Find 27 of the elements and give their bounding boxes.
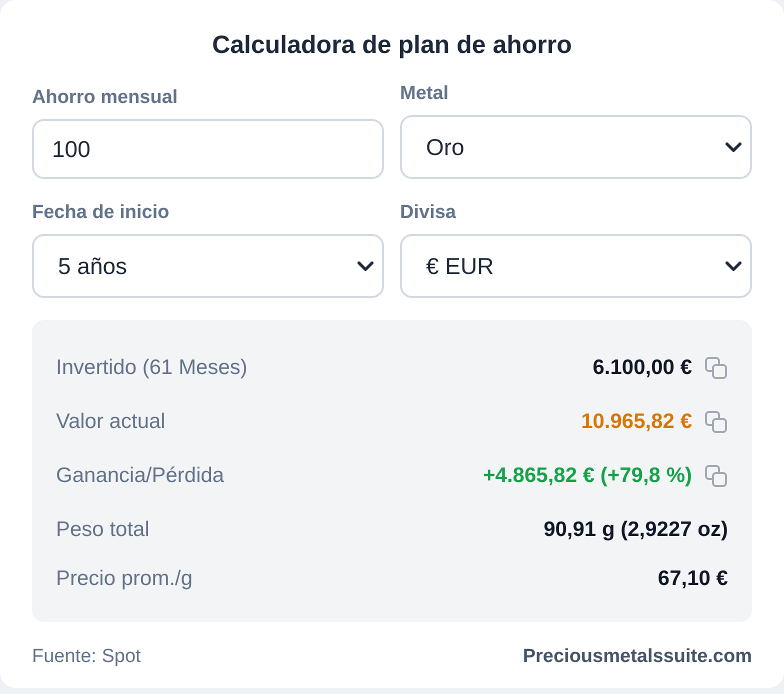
dropdown-select[interactable]: € EUR xyxy=(400,234,752,298)
result-value: +4.865,82 € (+79,8 %) xyxy=(483,463,692,490)
source-label: Fuente: Spot xyxy=(32,645,141,669)
calculator-title: Calculadora de plan de ahorro xyxy=(211,30,573,61)
chevron-down-icon xyxy=(357,260,374,272)
chevron-down-icon xyxy=(725,260,742,272)
dropdown-select[interactable]: 5 años xyxy=(32,234,384,298)
result-value: 6.100,00 € xyxy=(592,355,692,382)
result-value: 67,10 € xyxy=(658,566,728,592)
result-value: 10.965,82 € xyxy=(581,409,692,436)
copy-icon[interactable] xyxy=(704,464,728,488)
field-label: Metal xyxy=(400,82,450,106)
field-label: Ahorro mensual xyxy=(32,86,179,110)
field-label: Divisa xyxy=(400,201,457,225)
result-label: Ganancia/Pérdida xyxy=(56,463,224,490)
result-label: Invertido (61 Meses) xyxy=(56,355,248,382)
chevron-down-icon xyxy=(725,142,742,152)
field-label: Fecha de inicio xyxy=(32,201,170,225)
copy-icon[interactable] xyxy=(704,410,728,434)
amount-input[interactable]: 100 xyxy=(32,119,384,179)
result-label: Precio prom./g xyxy=(56,566,193,592)
result-value: 90,91 g (2,9227 oz) xyxy=(544,517,728,544)
copy-icon[interactable] xyxy=(704,356,728,380)
result-label: Peso total xyxy=(56,517,150,544)
dropdown-select[interactable]: Oro xyxy=(400,115,752,179)
site-link[interactable]: Preciousmetalssuite.com xyxy=(522,643,752,672)
result-label: Valor actual xyxy=(56,409,166,436)
